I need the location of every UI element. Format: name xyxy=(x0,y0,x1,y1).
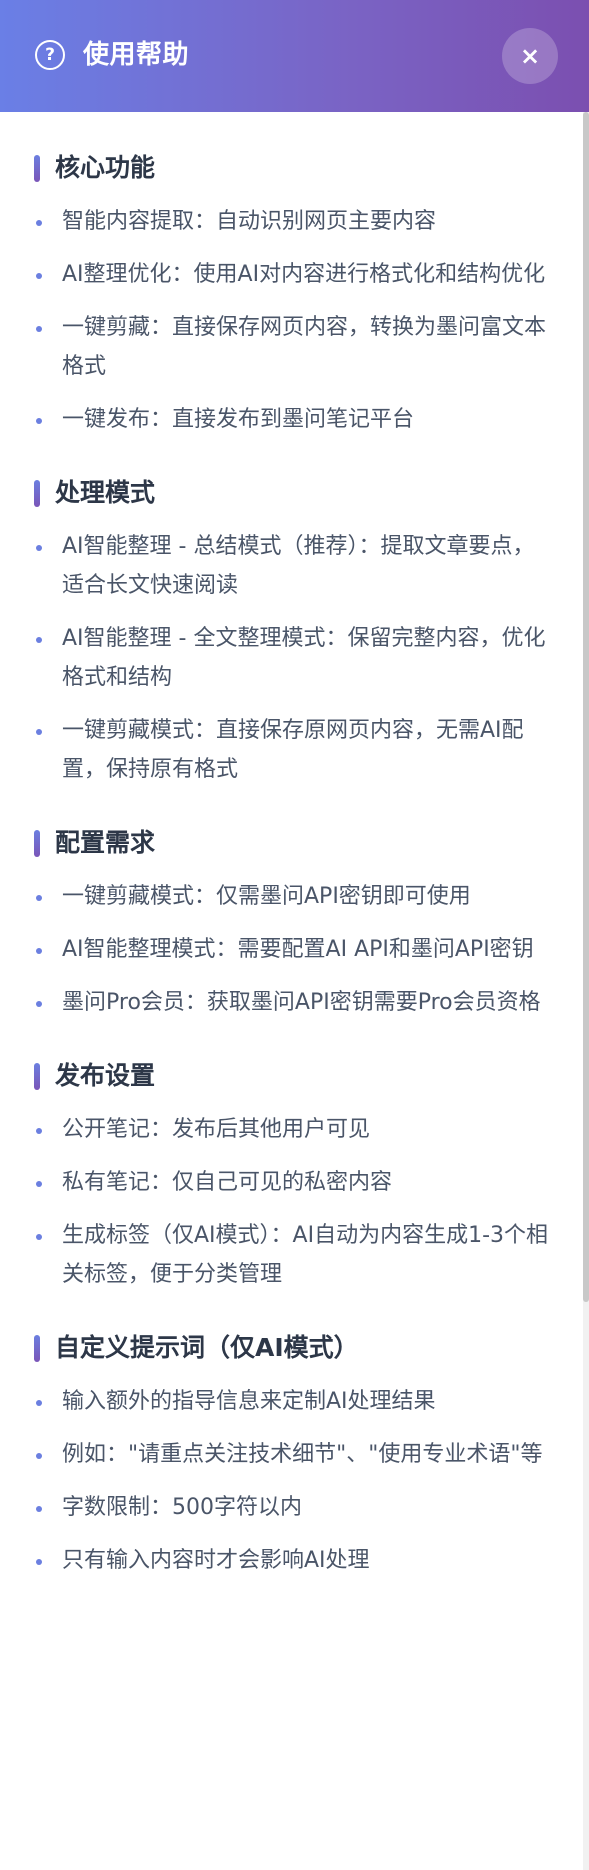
section-custom-prompt: 自定义提示词（仅AI模式） 输入额外的指导信息来定制AI处理结果 例如："请重点… xyxy=(34,1332,553,1580)
section-title: 发布设置 xyxy=(34,1060,553,1092)
help-circle-icon: ? xyxy=(35,40,65,70)
help-content: 核心功能 智能内容提取：自动识别网页主要内容 AI整理优化：使用AI对内容进行格… xyxy=(0,112,589,1594)
list-item: 公开笔记：发布后其他用户可见 xyxy=(34,1110,553,1149)
list-item: AI整理优化：使用AI对内容进行格式化和结构优化 xyxy=(34,255,553,294)
list-item: 私有笔记：仅自己可见的私密内容 xyxy=(34,1163,553,1202)
publish-list: 公开笔记：发布后其他用户可见 私有笔记：仅自己可见的私密内容 生成标签（仅AI模… xyxy=(34,1110,553,1294)
list-item: 输入额外的指导信息来定制AI处理结果 xyxy=(34,1382,553,1421)
section-title: 核心功能 xyxy=(34,152,553,184)
list-item: 只有输入内容时才会影响AI处理 xyxy=(34,1541,553,1580)
section-processing-modes: 处理模式 AI智能整理 - 总结模式（推荐）：提取文章要点，适合长文快速阅读 A… xyxy=(34,477,553,789)
list-item: 墨问Pro会员：获取墨问API密钥需要Pro会员资格 xyxy=(34,983,553,1022)
requirement-list: 一键剪藏模式：仅需墨问API密钥即可使用 AI智能整理模式：需要配置AI API… xyxy=(34,877,553,1022)
section-publish-settings: 发布设置 公开笔记：发布后其他用户可见 私有笔记：仅自己可见的私密内容 生成标签… xyxy=(34,1060,553,1294)
list-item: 例如："请重点关注技术细节"、"使用专业术语"等 xyxy=(34,1435,553,1474)
list-item: 一键剪藏模式：仅需墨问API密钥即可使用 xyxy=(34,877,553,916)
section-config-requirements: 配置需求 一键剪藏模式：仅需墨问API密钥即可使用 AI智能整理模式：需要配置A… xyxy=(34,827,553,1022)
section-title: 处理模式 xyxy=(34,477,553,509)
section-title: 自定义提示词（仅AI模式） xyxy=(34,1332,553,1364)
list-item: AI智能整理 - 全文整理模式：保留完整内容，优化格式和结构 xyxy=(34,619,553,697)
list-item: 智能内容提取：自动识别网页主要内容 xyxy=(34,202,553,241)
list-item: 一键剪藏：直接保存网页内容，转换为墨问富文本格式 xyxy=(34,308,553,386)
list-item: 一键剪藏模式：直接保存原网页内容，无需AI配置，保持原有格式 xyxy=(34,711,553,789)
list-item: AI智能整理 - 总结模式（推荐）：提取文章要点，适合长文快速阅读 xyxy=(34,527,553,605)
list-item: 生成标签（仅AI模式）：AI自动为内容生成1-3个相关标签，便于分类管理 xyxy=(34,1216,553,1294)
feature-list: 智能内容提取：自动识别网页主要内容 AI整理优化：使用AI对内容进行格式化和结构… xyxy=(34,202,553,439)
help-title: 使用帮助 xyxy=(83,40,190,70)
prompt-list: 输入额外的指导信息来定制AI处理结果 例如："请重点关注技术细节"、"使用专业术… xyxy=(34,1382,553,1580)
close-icon: × xyxy=(519,42,541,70)
list-item: 一键发布：直接发布到墨问笔记平台 xyxy=(34,400,553,439)
list-item: AI智能整理模式：需要配置AI API和墨问API密钥 xyxy=(34,930,553,969)
help-header: ? 使用帮助 × xyxy=(0,0,589,112)
close-button[interactable]: × xyxy=(502,28,558,84)
section-title: 配置需求 xyxy=(34,827,553,859)
section-core-features: 核心功能 智能内容提取：自动识别网页主要内容 AI整理优化：使用AI对内容进行格… xyxy=(34,152,553,439)
mode-list: AI智能整理 - 总结模式（推荐）：提取文章要点，适合长文快速阅读 AI智能整理… xyxy=(34,527,553,789)
list-item: 字数限制：500字符以内 xyxy=(34,1488,553,1527)
scrollbar-thumb[interactable] xyxy=(583,112,589,1302)
